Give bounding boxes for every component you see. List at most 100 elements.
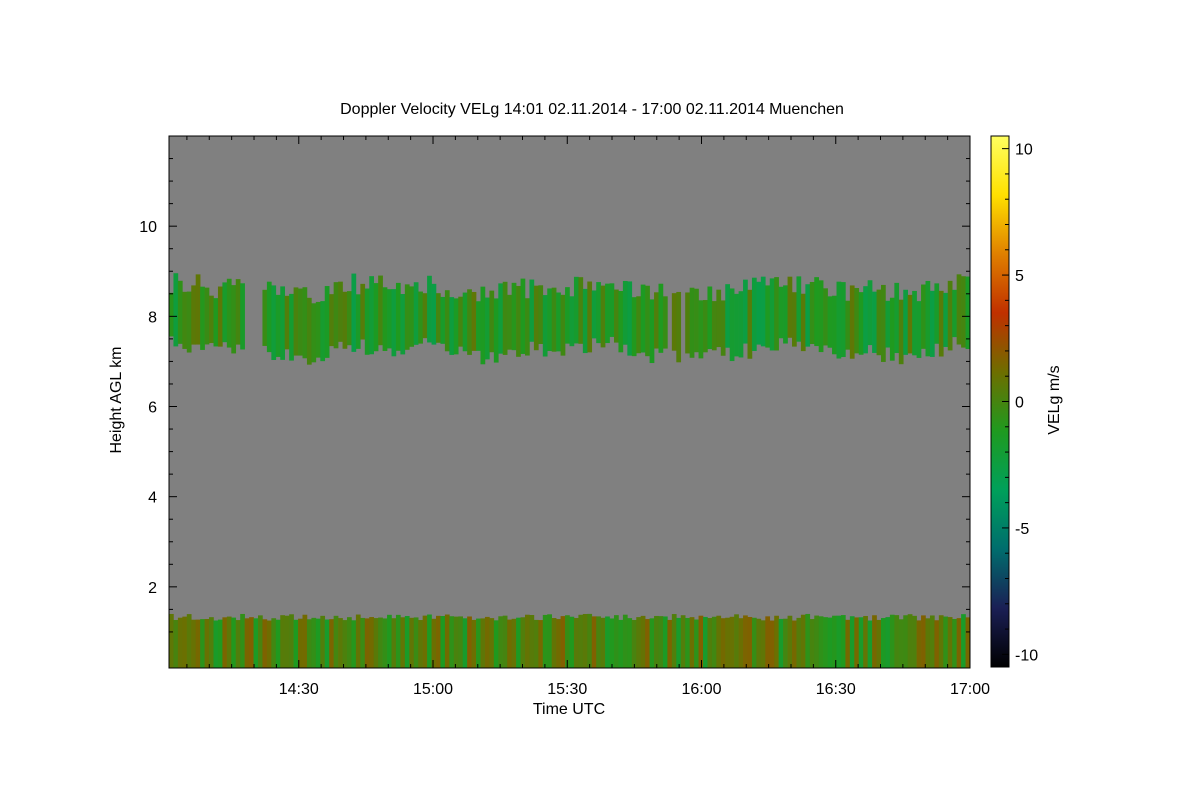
velocity-cell	[938, 290, 944, 357]
layer-1	[169, 613, 971, 668]
plot-area	[168, 135, 971, 669]
velocity-cell	[444, 614, 450, 668]
velocity-cell	[894, 615, 900, 668]
velocity-cell	[360, 617, 366, 668]
velocity-cell	[609, 618, 615, 668]
velocity-cell	[800, 614, 806, 668]
velocity-cell	[881, 284, 886, 362]
velocity-cell	[671, 293, 677, 351]
velocity-cell	[342, 291, 348, 349]
velocity-cell	[369, 276, 374, 355]
velocity-cell	[449, 616, 455, 668]
velocity-cell	[471, 619, 477, 668]
velocity-cell	[271, 618, 277, 668]
velocity-cell	[800, 293, 806, 352]
velocity-cell	[907, 294, 913, 354]
velocity-cell	[453, 616, 459, 668]
velocity-cell	[760, 276, 766, 347]
doppler-velocity-chart: Doppler Velocity VELg 14:01 02.11.2014 -…	[108, 101, 1063, 718]
velocity-cell	[903, 289, 908, 355]
x-tick-label: 15:00	[413, 681, 453, 698]
velocity-cell	[569, 616, 575, 668]
velocity-cell	[836, 281, 842, 359]
velocity-cell	[783, 285, 788, 344]
velocity-cell	[453, 298, 459, 355]
velocity-cell	[756, 618, 762, 668]
velocity-cell	[440, 616, 446, 668]
velocity-cell	[493, 620, 499, 668]
velocity-cell	[582, 613, 588, 668]
velocity-cell	[818, 280, 824, 353]
velocity-cell	[382, 287, 388, 351]
velocity-cell	[854, 288, 860, 354]
velocity-cell	[649, 299, 655, 364]
velocity-cell	[204, 619, 210, 668]
velocity-cell	[538, 285, 544, 344]
velocity-cell	[836, 615, 842, 668]
velocity-cell	[881, 618, 886, 668]
velocity-cell	[302, 287, 308, 359]
velocity-cell	[938, 615, 944, 668]
velocity-cell	[404, 284, 410, 350]
velocity-cell	[529, 615, 535, 668]
velocity-cell	[373, 618, 379, 668]
velocity-cell	[774, 615, 779, 668]
velocity-cell	[467, 289, 472, 355]
velocity-cell	[703, 616, 708, 668]
velocity-cell	[645, 285, 650, 357]
velocity-cell	[863, 615, 868, 668]
velocity-cell	[409, 286, 415, 347]
velocity-cell	[333, 615, 339, 668]
velocity-cell	[618, 619, 624, 668]
velocity-cell	[600, 285, 606, 348]
velocity-cell	[293, 287, 299, 356]
velocity-cell	[573, 276, 579, 344]
velocity-cell	[627, 281, 633, 356]
velocity-cell	[476, 618, 481, 668]
velocity-cell	[395, 614, 401, 668]
velocity-cell	[404, 616, 410, 668]
velocity-cell	[578, 614, 584, 668]
y-tick-label: 10	[139, 219, 157, 236]
velocity-cell	[716, 615, 722, 668]
velocity-cell	[636, 617, 641, 668]
velocity-cell	[832, 295, 837, 355]
velocity-cell	[200, 619, 205, 668]
velocity-cell	[195, 274, 201, 345]
x-tick-label: 17:00	[950, 681, 990, 698]
velocity-cell	[685, 617, 690, 668]
velocity-cell	[671, 614, 677, 668]
velocity-cell	[324, 286, 330, 358]
velocity-cell	[845, 300, 851, 350]
velocity-cell	[373, 283, 379, 352]
velocity-cell	[467, 616, 472, 668]
velocity-cell	[431, 618, 437, 668]
velocity-cell	[284, 615, 290, 668]
velocity-cell	[961, 276, 966, 348]
velocity-cell	[565, 287, 570, 344]
velocity-cell	[480, 618, 486, 668]
velocity-cell	[338, 618, 343, 668]
velocity-cell	[596, 282, 601, 344]
velocity-cell	[347, 291, 352, 346]
velocity-cell	[622, 614, 628, 668]
velocity-cell	[947, 280, 953, 351]
velocity-cell	[805, 613, 811, 668]
velocity-cell	[400, 294, 406, 355]
velocity-cell	[743, 615, 748, 668]
velocity-cell	[177, 617, 183, 668]
velocity-cell	[364, 288, 370, 355]
velocity-cell	[275, 619, 281, 668]
velocity-cell	[591, 290, 597, 339]
velocity-cell	[533, 619, 539, 668]
velocity-cell	[912, 290, 917, 356]
velocity-cell	[266, 281, 272, 353]
velocity-cell	[685, 292, 690, 354]
velocity-cell	[694, 619, 699, 668]
velocity-cell	[600, 617, 606, 668]
velocity-cell	[538, 620, 544, 668]
velocity-cell	[556, 292, 561, 352]
velocity-cell	[605, 616, 610, 668]
velocity-cell	[872, 615, 877, 668]
velocity-cell	[734, 614, 739, 668]
